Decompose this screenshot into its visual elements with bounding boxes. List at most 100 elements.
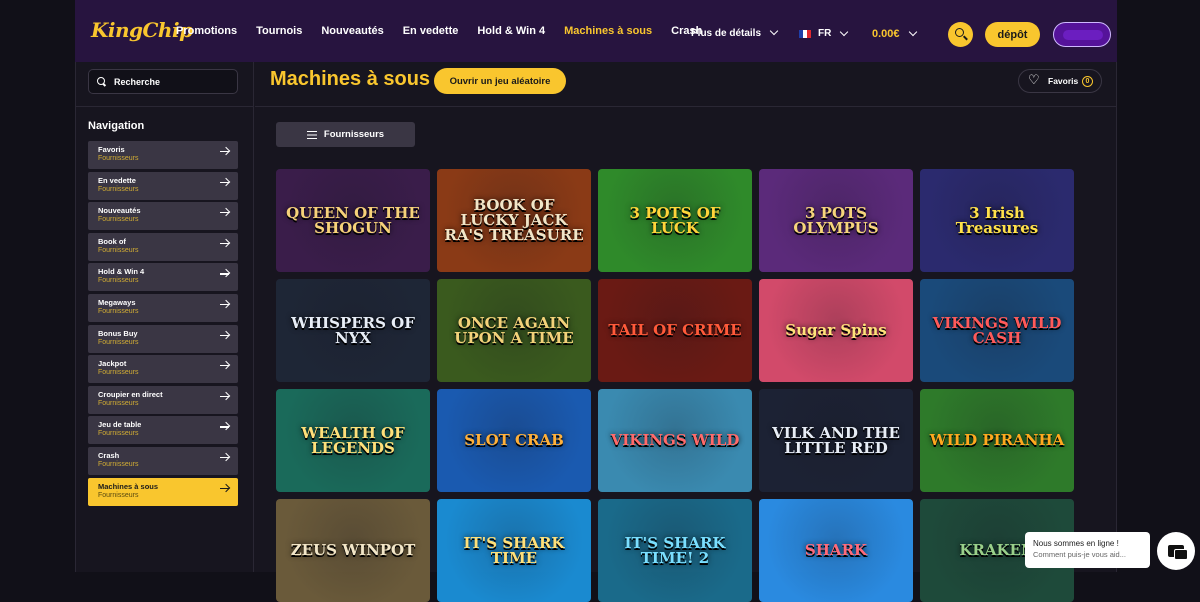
game-tile[interactable]: IT'S SHARK TIME! 2 bbox=[598, 499, 752, 602]
game-tile[interactable]: 3 Irish Treasures bbox=[920, 169, 1074, 272]
arrow-right-icon bbox=[220, 395, 229, 397]
language-label: FR bbox=[818, 28, 832, 39]
sidebar-search[interactable] bbox=[88, 69, 238, 94]
game-tile[interactable]: SHARK bbox=[759, 499, 913, 602]
nav-machines-a-sous[interactable]: Machines à sous bbox=[564, 25, 652, 37]
live-chat-bubble[interactable]: Nous sommes en ligne ! Comment puis-je v… bbox=[1025, 532, 1150, 568]
sidebar-item-label: Nouveautés bbox=[98, 206, 141, 216]
game-title: TAIL OF CRIME bbox=[608, 321, 742, 339]
game-title: VILK AND THE LITTLE RED bbox=[772, 423, 900, 457]
game-tile[interactable]: SLOT CRAB bbox=[437, 389, 591, 492]
favorites-label: Favoris bbox=[1048, 76, 1079, 86]
nav-promotions[interactable]: Promotions bbox=[176, 25, 237, 37]
deposit-button[interactable]: dépôt bbox=[985, 22, 1040, 47]
sidebar-item-book-of[interactable]: Book of Fournisseurs bbox=[88, 232, 238, 261]
sidebar-item-sublabel: Fournisseurs bbox=[98, 399, 139, 407]
search-input[interactable] bbox=[114, 76, 224, 87]
game-tile[interactable]: VIKINGS WILD bbox=[598, 389, 752, 492]
sidebar-item-label: Machines à sous bbox=[98, 481, 159, 491]
nav-tournois[interactable]: Tournois bbox=[256, 25, 302, 37]
game-title: SHARK bbox=[804, 541, 868, 559]
game-tile[interactable]: QUEEN OF THE SHOGUN bbox=[276, 169, 430, 272]
more-details-dropdown[interactable]: Plus de détails bbox=[691, 26, 779, 39]
search-icon bbox=[97, 77, 106, 86]
game-tile[interactable]: ONCE AGAIN UPON A TIME bbox=[437, 279, 591, 382]
sidebar-item-sublabel: Fournisseurs bbox=[98, 307, 139, 315]
game-tile[interactable]: IT'S SHARK TIME bbox=[437, 499, 591, 602]
providers-label: Fournisseurs bbox=[323, 129, 385, 140]
chat-prompt-text: Comment puis-je vous aid... bbox=[1033, 550, 1126, 559]
sidebar-item-megaways[interactable]: Megaways Fournisseurs bbox=[88, 293, 238, 322]
game-tile[interactable]: WILD PIRANHA bbox=[920, 389, 1074, 492]
arrow-right-icon bbox=[220, 242, 229, 244]
game-title: ONCE AGAIN UPON A TIME bbox=[454, 313, 574, 347]
game-title: 3 POTS OF LUCK bbox=[629, 203, 721, 237]
game-title: SLOT CRAB bbox=[464, 431, 564, 449]
game-tile[interactable]: VIKINGS WILD CASH bbox=[920, 279, 1074, 382]
game-title: VIKINGS WILD bbox=[610, 431, 740, 449]
balance-dropdown[interactable]: 0.00€ bbox=[872, 27, 917, 40]
sidebar-item-sublabel: Fournisseurs bbox=[98, 277, 139, 285]
sidebar-nav-list: Favoris Fournisseurs En vedette Fournisseu… bbox=[88, 141, 238, 508]
sidebar: Navigation FavorisFournisseurs En vedett… bbox=[75, 62, 254, 572]
sidebar-item-nouveautes[interactable]: Nouveautés Fournisseurs bbox=[88, 202, 238, 231]
language-selector[interactable]: FR bbox=[799, 27, 849, 39]
main-content: Machines à sous Ouvrir un jeu aléatoire … bbox=[255, 62, 1117, 602]
sidebar-item-crash[interactable]: Crash Fournisseurs bbox=[88, 446, 238, 475]
sidebar-item-jeu-de-table[interactable]: Jeu de table Fournisseurs bbox=[88, 416, 238, 445]
sidebar-item-en-vedette[interactable]: En vedette Fournisseurs bbox=[88, 171, 238, 200]
sidebar-item-label: Croupier en direct bbox=[98, 389, 163, 399]
game-tile[interactable]: Sugar Spins bbox=[759, 279, 913, 382]
game-title: ZEUS WINPOT bbox=[290, 541, 416, 559]
sidebar-item-favoris[interactable]: Favoris Fournisseurs bbox=[88, 141, 238, 169]
heart-icon bbox=[1028, 73, 1040, 88]
sidebar-item-sublabel: Fournisseurs bbox=[98, 246, 139, 254]
sidebar-item-sublabel: Fournisseurs bbox=[98, 491, 139, 499]
nav-hold-win-4[interactable]: Hold & Win 4 bbox=[477, 25, 545, 37]
sidebar-item-sublabel: Fournisseurs bbox=[98, 460, 139, 468]
game-tile[interactable]: 3 POTS OLYMPUS bbox=[759, 169, 913, 272]
arrow-right-icon bbox=[220, 151, 229, 153]
more-details-label: Plus de détails bbox=[691, 28, 762, 39]
sidebar-item-label: Jeu de table bbox=[98, 420, 142, 430]
search-button[interactable] bbox=[948, 22, 973, 47]
game-title: VIKINGS WILD CASH bbox=[932, 313, 1062, 347]
page-title: Machines à sous bbox=[270, 68, 431, 90]
account-button[interactable] bbox=[1053, 22, 1111, 47]
nav-en-vedette[interactable]: En vedette bbox=[403, 25, 459, 37]
favorites-button[interactable]: Favoris 0 bbox=[1018, 69, 1102, 93]
sidebar-item-hold-win-4[interactable]: Hold & Win 4 Fournisseurs bbox=[88, 263, 238, 292]
game-title: 3 Irish Treasures bbox=[955, 203, 1039, 237]
game-tile[interactable]: WEALTH OF LEGENDS bbox=[276, 389, 430, 492]
game-tile[interactable]: WHISPERS OF NYX bbox=[276, 279, 430, 382]
sidebar-item-croupier-en-direct[interactable]: Croupier en direct Fournisseurs bbox=[88, 385, 238, 414]
chat-button[interactable] bbox=[1157, 532, 1195, 570]
game-tile[interactable]: 3 POTS OF LUCK bbox=[598, 169, 752, 272]
sidebar-item-bonus-buy[interactable]: Bonus Buy Fournisseurs bbox=[88, 324, 238, 353]
game-tile[interactable]: VILK AND THE LITTLE RED bbox=[759, 389, 913, 492]
nav-nouveautes[interactable]: Nouveautés bbox=[321, 25, 383, 37]
sidebar-item-label: En vedette bbox=[98, 175, 136, 185]
france-flag-icon bbox=[799, 29, 811, 38]
game-tile[interactable]: BOOK OF LUCKY JACK RA'S TREASURE bbox=[437, 169, 591, 272]
chat-status-text: Nous sommes en ligne ! bbox=[1033, 539, 1119, 548]
random-game-button[interactable]: Ouvrir un jeu aléatoire bbox=[434, 68, 566, 94]
sidebar-item-sublabel: Fournisseurs bbox=[98, 155, 139, 162]
sidebar-item-sublabel: Fournisseurs bbox=[98, 369, 139, 377]
sidebar-item-sublabel: Fournisseurs bbox=[98, 185, 139, 193]
sidebar-item-label: Book of bbox=[98, 236, 126, 246]
providers-filter-button[interactable]: Fournisseurs bbox=[276, 122, 415, 147]
game-title: QUEEN OF THE SHOGUN bbox=[286, 203, 420, 237]
sidebar-item-jackpot[interactable]: Jackpot Fournisseurs bbox=[88, 355, 238, 384]
sidebar-item-label: Jackpot bbox=[98, 359, 127, 369]
game-tile[interactable]: TAIL OF CRIME bbox=[598, 279, 752, 382]
game-tile[interactable]: ZEUS WINPOT bbox=[276, 499, 430, 602]
sidebar-item-label: Hold & Win 4 bbox=[98, 267, 145, 277]
arrow-right-icon bbox=[220, 212, 229, 214]
arrow-right-icon bbox=[220, 181, 229, 183]
arrow-right-icon bbox=[220, 365, 229, 367]
filter-icon bbox=[306, 130, 317, 139]
game-title: IT'S SHARK TIME bbox=[463, 533, 565, 567]
sidebar-item-machines-a-sous[interactable]: Machines à sous Fournisseurs bbox=[88, 477, 238, 506]
sidebar-item-label: Crash bbox=[98, 450, 120, 460]
